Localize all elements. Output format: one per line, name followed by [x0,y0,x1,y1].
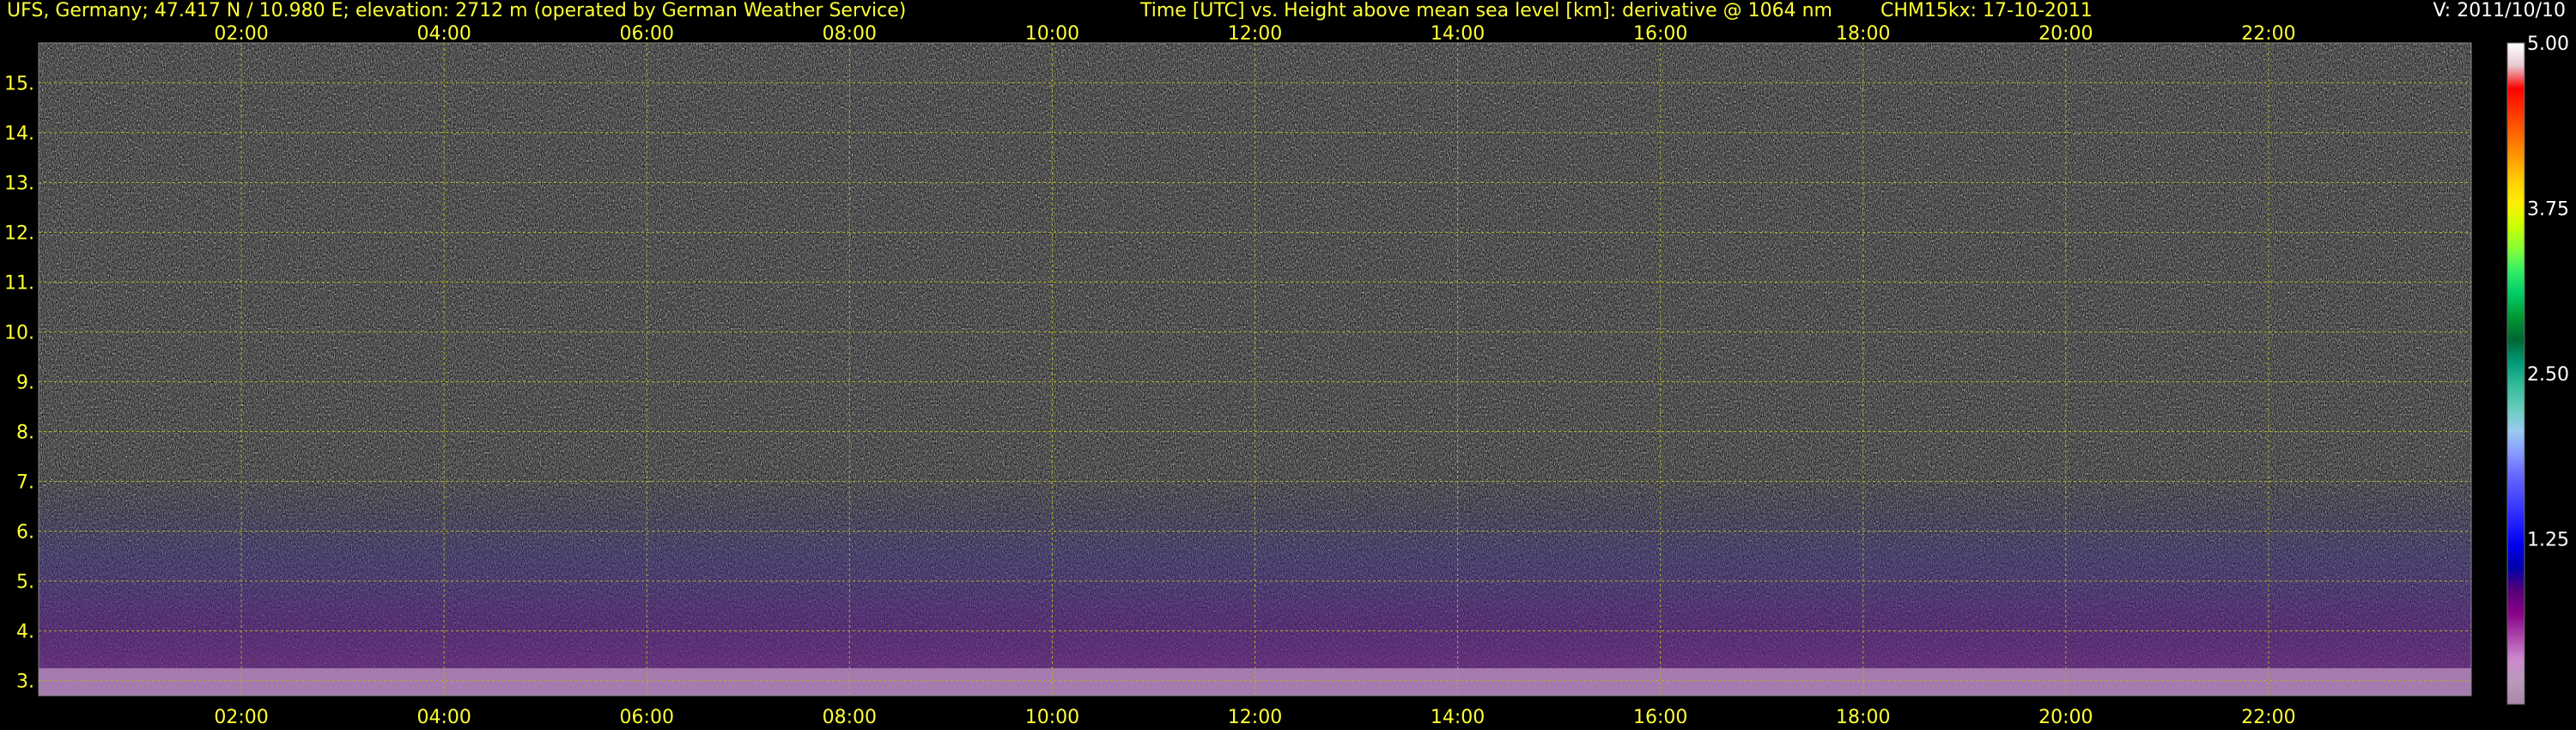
x-tick-bottom-label: 12:00 [1228,707,1282,728]
x-tick-top-label: 14:00 [1431,23,1485,45]
y-tick-label: 5. [16,572,34,593]
x-tick-bottom-label: 18:00 [1836,707,1890,728]
colorbar: 5.00 3.75 2.50 1.25 [2506,33,2569,705]
y-tick-label: 8. [16,423,34,444]
x-tick-bottom-label: 08:00 [823,707,877,728]
x-tick-top-label: 16:00 [1633,23,1687,45]
y-tick-label: 14. [4,123,34,144]
y-tick-label: 7. [16,472,34,494]
x-tick-top-label: 08:00 [823,23,877,45]
x-tick-top-label: 20:00 [2038,23,2093,45]
y-tick-label: 9. [16,373,34,394]
y-axis: 3. 4. 5. 6. 7. 8. 9. 10. 11. 12. 13. 14. 15. [4,73,34,692]
y-tick-label: 3. [16,672,34,693]
x-tick-bottom-label: 10:00 [1025,707,1079,728]
colorbar-label: 1.25 [2527,530,2569,551]
ceilometer-plot: 02:00 04:00 06:00 08:00 10:00 12:00 14:00 16:00… [4,23,2569,728]
y-tick-label: 12. [4,222,34,244]
x-tick-bottom-label: 04:00 [416,707,471,728]
x-tick-bottom-label: 02:00 [214,707,268,728]
x-tick-bottom-label: 22:00 [2241,707,2295,728]
y-tick-label: 10. [4,322,34,344]
x-tick-top-label: 12:00 [1228,23,1282,45]
colorbar-scale [2506,42,2525,705]
colorbar-label: 3.75 [2527,199,2569,221]
x-tick-top-label: 10:00 [1025,23,1079,45]
y-tick-label: 13. [4,173,34,194]
x-tick-bottom-label: 20:00 [2038,707,2093,728]
x-tick-top-label: 18:00 [1836,23,1890,45]
y-tick-label: 15. [4,73,34,94]
y-tick-label: 11. [4,272,34,294]
y-tick-label: 6. [16,522,34,544]
y-tick-label: 4. [16,622,34,643]
x-axis-top: 02:00 04:00 06:00 08:00 10:00 12:00 14:00 16:00… [214,23,2295,45]
colorbar-label: 2.50 [2527,364,2569,386]
x-tick-top-label: 02:00 [214,23,268,45]
x-tick-top-label: 04:00 [416,23,471,45]
x-tick-bottom-label: 14:00 [1431,707,1485,728]
x-tick-top-label: 06:00 [620,23,674,45]
x-axis-bottom: 02:00 04:00 06:00 08:00 10:00 12:00 14:00 16:00… [214,707,2295,728]
x-tick-bottom-label: 16:00 [1633,707,1687,728]
x-tick-top-label: 22:00 [2241,23,2295,45]
x-tick-bottom-label: 06:00 [620,707,674,728]
colorbar-label: 5.00 [2527,33,2569,55]
